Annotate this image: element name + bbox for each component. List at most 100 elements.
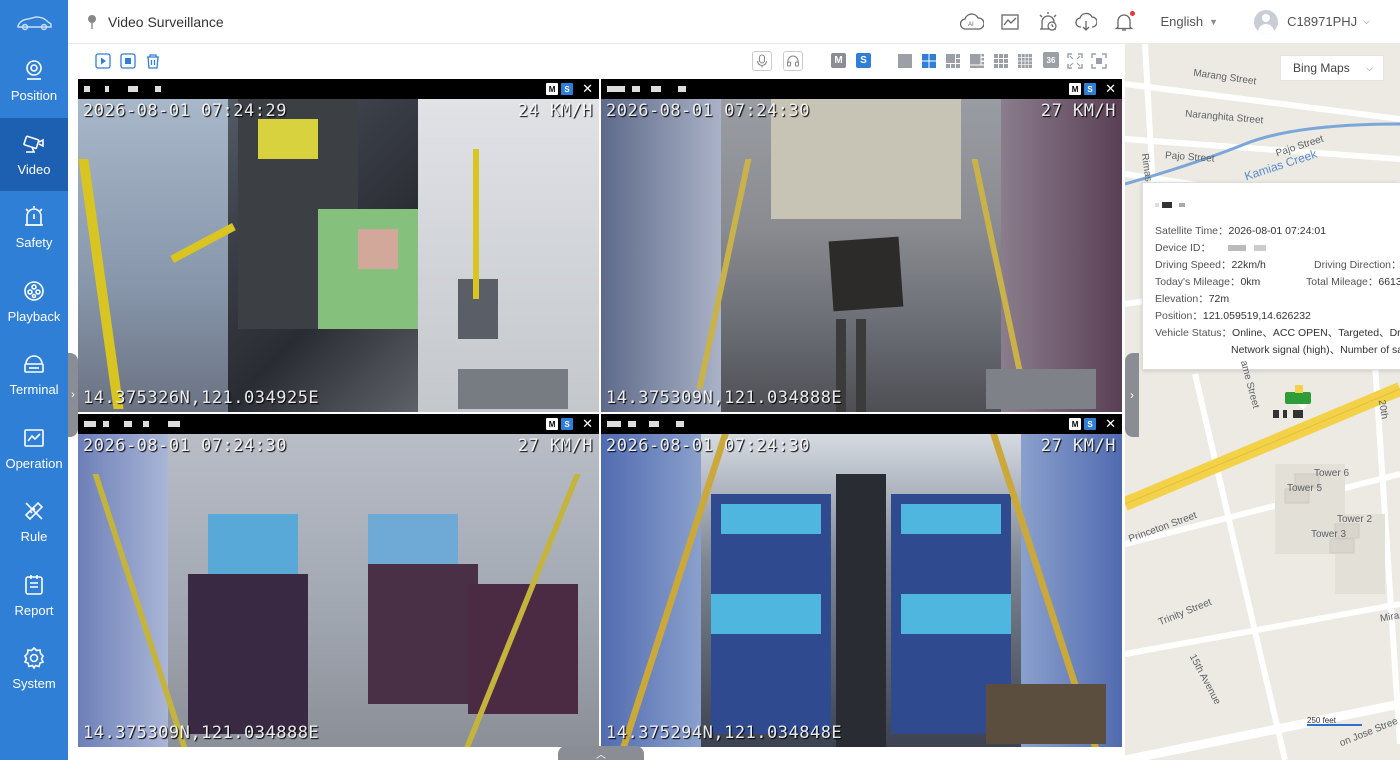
sub-stream-button[interactable]: S	[1084, 83, 1097, 95]
video-timestamp: 2026-08-01 07:24:29	[83, 101, 287, 121]
ai-cloud-icon: AI	[959, 12, 984, 30]
chart-button[interactable]	[998, 10, 1022, 34]
avatar	[1254, 9, 1279, 34]
chevron-right-icon: ›	[1130, 388, 1134, 402]
sub-stream-button[interactable]: S	[1084, 418, 1097, 430]
layout-16-button[interactable]	[1017, 53, 1033, 69]
stop-all-button[interactable]	[119, 52, 137, 70]
sub-stream-all-button[interactable]: S	[856, 53, 871, 68]
driving-direction-label: Driving Direction：	[1314, 259, 1400, 271]
close-icon[interactable]: ✕	[582, 82, 593, 95]
app-root: Position Video Safety Playback Terminal	[0, 0, 1400, 760]
svg-text:AI: AI	[968, 22, 974, 28]
sub-stream-button[interactable]: S	[561, 418, 574, 430]
main-stream-button[interactable]: M	[1069, 418, 1082, 430]
video-feed	[78, 99, 599, 412]
sidebar-item-position[interactable]: Position	[0, 44, 68, 118]
collapse-left-handle[interactable]: ›	[68, 353, 78, 437]
video-icon	[23, 135, 44, 153]
video-channel-3[interactable]: M S ✕ 2026-08-01 07:24:30 27 KM/H 14.375…	[78, 414, 599, 747]
layout-1-button[interactable]	[897, 53, 913, 69]
intercom-button[interactable]	[752, 51, 772, 71]
video-grid: M S ✕ 2026-08-01 07:24:29 24 KM/H 14.375…	[78, 79, 1124, 747]
street-label: Tower 2	[1337, 514, 1373, 525]
channel-header: M S ✕	[78, 79, 599, 99]
play-all-button[interactable]	[94, 52, 112, 70]
clear-button[interactable]	[144, 52, 162, 70]
video-channel-4[interactable]: M S ✕ 2026-08-01 07:24:30 27 KM/H 14.375…	[601, 414, 1122, 747]
sidebar-item-video[interactable]: Video	[0, 117, 68, 191]
alarm-button[interactable]	[1036, 10, 1060, 34]
video-coordinates: 14.375326N,121.034925E	[83, 388, 320, 408]
sidebar-item-system[interactable]: System	[0, 632, 68, 706]
exit-fullscreen-button[interactable]	[1091, 53, 1107, 69]
download-button[interactable]	[1074, 10, 1098, 34]
video-coordinates: 14.375309N,121.034888E	[83, 723, 320, 743]
chevron-right-icon: ›	[71, 389, 75, 401]
notification-button[interactable]	[1112, 10, 1136, 34]
position-label: Position：	[1155, 310, 1203, 322]
sidebar-item-label: Playback	[7, 308, 61, 324]
language-select[interactable]: English ▼	[1161, 14, 1219, 29]
close-icon[interactable]: ✕	[582, 417, 593, 430]
todays-mileage-label: Today's Mileage：	[1155, 276, 1241, 288]
logo[interactable]	[0, 0, 68, 44]
microphone-icon	[756, 54, 768, 68]
play-icon	[95, 53, 111, 69]
sidebar-item-label: Video	[17, 161, 51, 177]
total-mileage-label: Total Mileage：	[1306, 276, 1379, 288]
main-stream-button[interactable]: M	[546, 418, 559, 430]
chart-icon	[1000, 13, 1019, 30]
redacted-block	[1155, 202, 1185, 208]
video-channel-2[interactable]: M S ✕ 2026-08-01 07:24:30 27 KM/H 14.375…	[601, 79, 1122, 412]
sidebar-item-report[interactable]: Report	[0, 559, 68, 633]
sidebar-item-safety[interactable]: Safety	[0, 191, 68, 265]
ai-button[interactable]: AI	[959, 10, 984, 34]
satellite-time-value: 2026-08-01 07:24:01	[1228, 225, 1327, 237]
sidebar-item-operation[interactable]: Operation	[0, 412, 68, 486]
satellite-time-label: Satellite Time：	[1155, 225, 1229, 237]
channel-header: M S ✕	[78, 414, 599, 434]
layout-9-button[interactable]	[993, 53, 1009, 69]
caret-down-icon: ▼	[1209, 16, 1219, 27]
trash-icon	[147, 54, 159, 69]
collapse-bottom-handle[interactable]: ︿	[558, 746, 644, 760]
monitor-audio-button[interactable]	[783, 51, 803, 71]
sidebar-item-playback[interactable]: Playback	[0, 265, 68, 339]
fullscreen-button[interactable]	[1067, 53, 1083, 69]
position-icon	[26, 60, 42, 81]
headset-icon	[786, 55, 800, 67]
sidebar-item-rule[interactable]: Rule	[0, 485, 68, 559]
sidebar-item-label: Terminal	[9, 382, 59, 398]
vehicle-name-redacted	[1155, 199, 1189, 211]
sidebar-item-terminal[interactable]: Terminal	[0, 338, 68, 412]
top-bar: Video Surveillance AI English ▼ C18971PH…	[68, 0, 1400, 44]
layout-8-button[interactable]	[969, 53, 985, 69]
user-menu[interactable]: C18971PHJ ⌵	[1254, 9, 1370, 34]
collapse-right-handle[interactable]: ›	[1125, 353, 1139, 437]
video-channel-1[interactable]: M S ✕ 2026-08-01 07:24:29 24 KM/H 14.375…	[78, 79, 599, 412]
stop-icon	[120, 53, 136, 69]
sidebar-item-label: System	[12, 676, 56, 692]
layout-36-button[interactable]: 36	[1043, 52, 1059, 68]
video-toolbar: M S 36	[68, 44, 1125, 79]
position-value: 121.059519,14.626232	[1202, 310, 1311, 322]
video-speed: 27 KM/H	[1040, 101, 1116, 121]
main-stream-all-button[interactable]: M	[831, 53, 846, 68]
sub-stream-button[interactable]: S	[561, 83, 574, 95]
map-panel[interactable]: Bing Maps ⌵ Marang Street Naranghita Str…	[1125, 44, 1400, 760]
main-stream-button[interactable]: M	[546, 83, 559, 95]
main-stream-button[interactable]: M	[1069, 83, 1082, 95]
channel-header: M S ✕	[601, 79, 1122, 99]
video-speed: 27 KM/H	[1040, 436, 1116, 456]
map-type-select[interactable]: Bing Maps ⌵	[1280, 55, 1384, 81]
todays-mileage-value: 0km	[1240, 276, 1261, 288]
layout-6-button[interactable]	[945, 53, 961, 69]
channel-name-redacted	[607, 86, 686, 92]
safety-icon	[25, 206, 43, 227]
sidebar-item-label: Operation	[5, 455, 63, 471]
close-icon[interactable]: ✕	[1105, 82, 1116, 95]
map-scale-bar	[1307, 724, 1362, 726]
close-icon[interactable]: ✕	[1105, 417, 1116, 430]
layout-4-button[interactable]	[921, 53, 937, 69]
